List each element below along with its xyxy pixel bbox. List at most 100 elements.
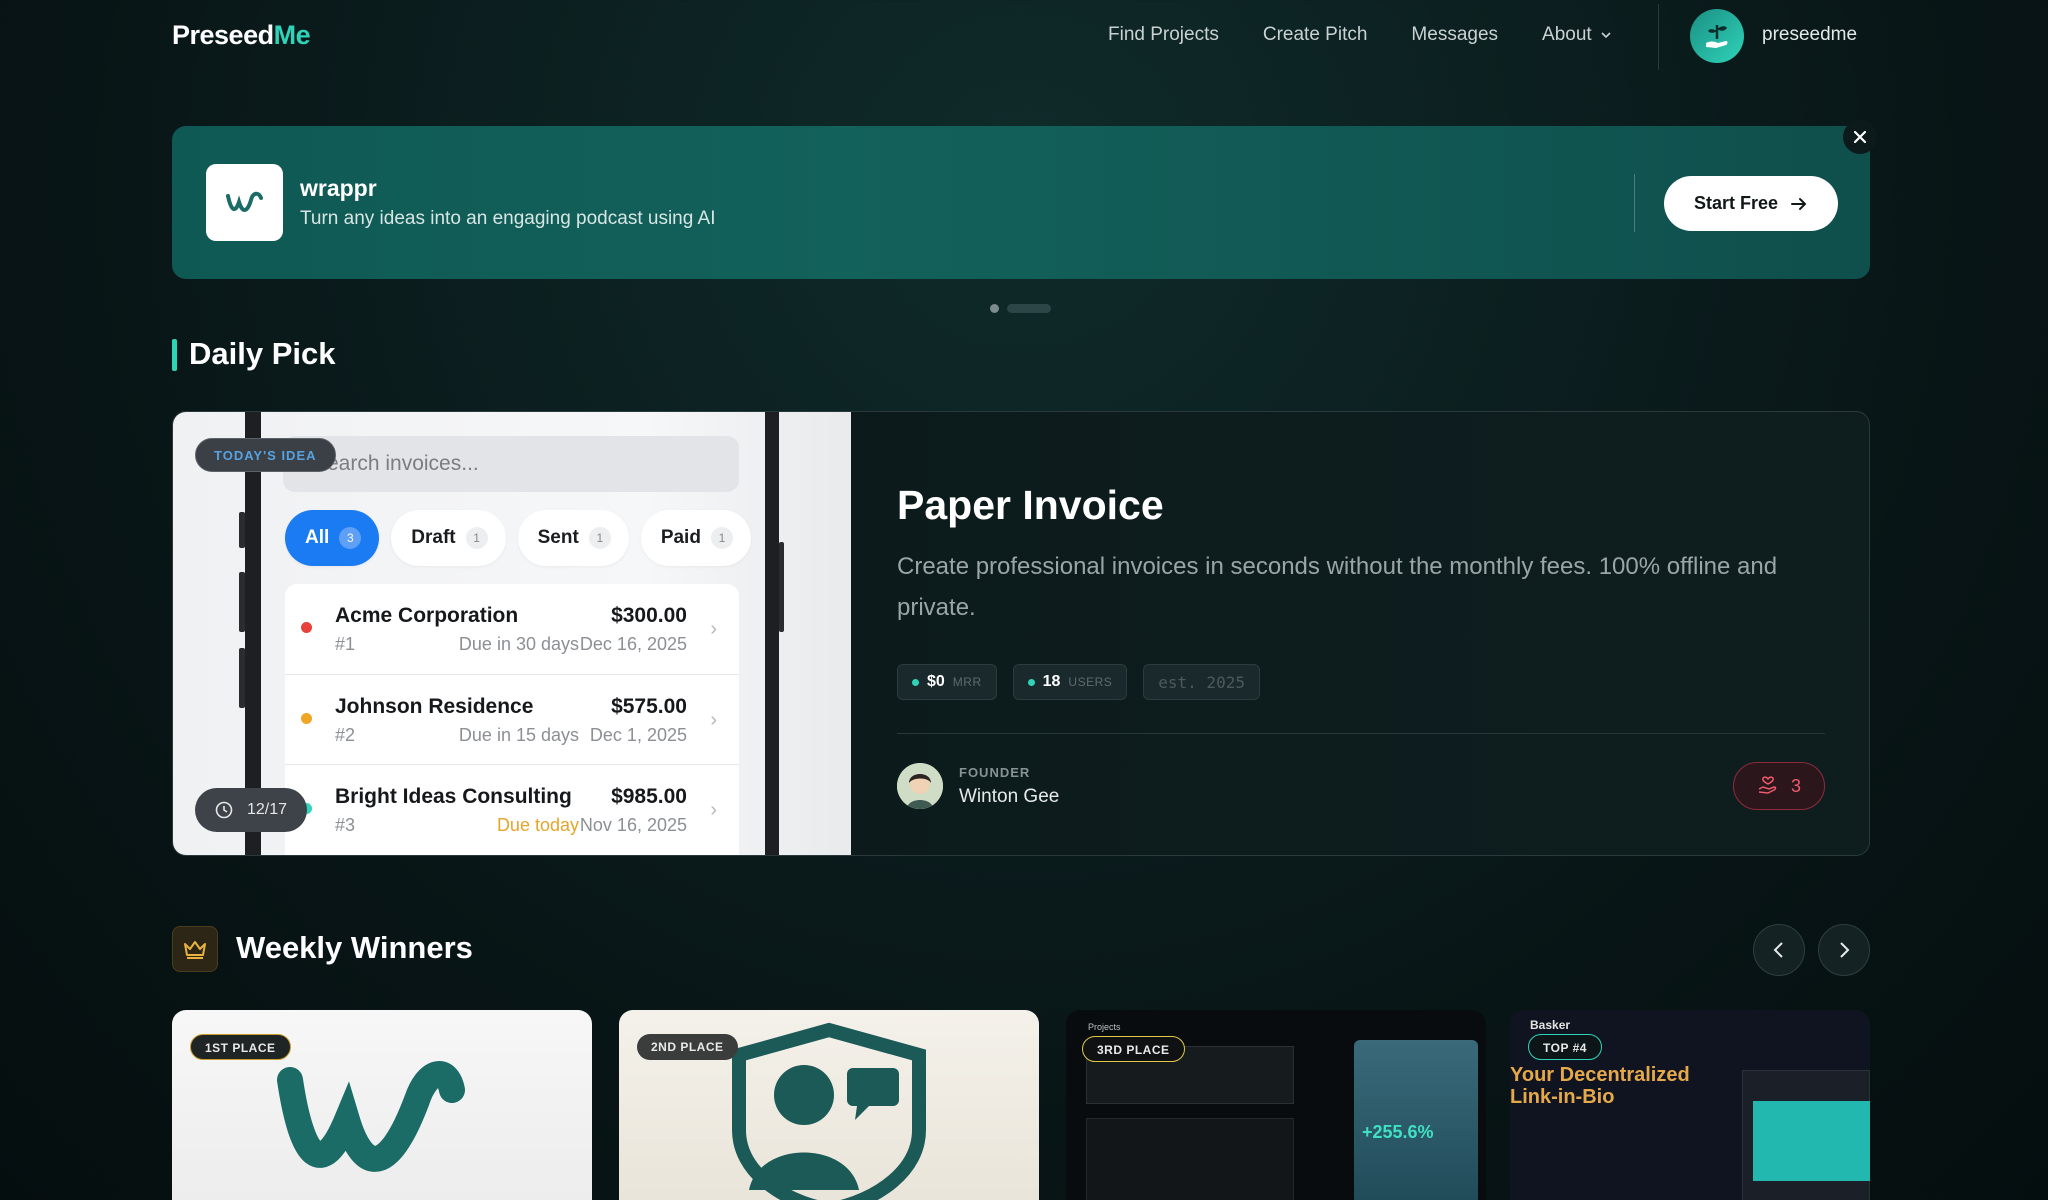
- invoice-number: #2: [335, 725, 356, 745]
- invoice-date: Nov 16, 2025: [579, 815, 687, 835]
- carousel-next-button[interactable]: [1818, 924, 1870, 976]
- preview-headline-line-2: Link-in-Bio: [1510, 1086, 1615, 1108]
- invoice-client: Bright Ideas Consulting: [335, 785, 572, 808]
- phone-side-button: [779, 542, 784, 632]
- invoice-row: Johnson Residence #2 $575.00 Due in 15 d…: [285, 674, 739, 764]
- winner-card-3[interactable]: Projects +255.6% 3RD PLACE: [1066, 1010, 1486, 1200]
- preview-stat-card: +255.6%: [1354, 1040, 1478, 1200]
- preview-headline-line-1: Your Decentralized: [1510, 1064, 1690, 1086]
- invoice-row: Acme Corporation #1 $300.00 Due in 30 da…: [285, 584, 739, 674]
- sprout-hand-icon: [1706, 25, 1728, 48]
- daily-pick-card[interactable]: Search invoices... All 3 Draft 1 Sent 1 …: [172, 411, 1870, 856]
- chip-label: Paid: [660, 527, 701, 548]
- card-divider: [897, 733, 1825, 734]
- winner-card-4[interactable]: Basker Your Decentralized Link-in-Bio TO…: [1510, 1010, 1870, 1200]
- chip-label: Sent: [537, 527, 579, 548]
- start-free-button[interactable]: Start Free: [1664, 176, 1838, 231]
- product-description: Create professional invoices in seconds …: [897, 553, 1778, 621]
- rank-badge: 1ST PLACE: [190, 1034, 291, 1060]
- chevron-right-icon: ›: [710, 618, 717, 640]
- logo-text-primary: Preseed: [172, 20, 274, 50]
- nav-link-about[interactable]: About: [1542, 24, 1612, 46]
- chip-label: All: [305, 527, 330, 548]
- preview-brand: Basker: [1530, 1018, 1571, 1032]
- arrow-right-icon: [1791, 197, 1807, 210]
- winner-card-1[interactable]: 1ST PLACE: [172, 1010, 592, 1200]
- invoice-due: Due today: [496, 815, 579, 835]
- filter-chip-all: All 3: [285, 510, 380, 566]
- chip-count: 1: [588, 527, 611, 549]
- phone-side-button: [239, 648, 245, 708]
- phone-side-button: [239, 512, 245, 548]
- carousel-prev-button[interactable]: [1753, 924, 1805, 976]
- wrappr-logo: [206, 164, 283, 241]
- users-label: USERS: [1068, 675, 1113, 689]
- carousel-dot-1[interactable]: [990, 304, 999, 313]
- mrr-stat: $0 MRR: [897, 664, 997, 700]
- status-dot: [912, 678, 919, 686]
- mrr-label: MRR: [952, 675, 982, 689]
- daily-pick-heading: Daily Pick: [189, 336, 336, 371]
- founder-name[interactable]: Winton Gee: [959, 786, 1059, 808]
- founder-portrait-icon: [897, 763, 943, 809]
- rank-badge: 3RD PLACE: [1082, 1036, 1185, 1062]
- todays-idea-badge: TODAY'S IDEA: [195, 438, 336, 472]
- rank-badge: 2ND PLACE: [637, 1034, 738, 1060]
- promo-banner[interactable]: wrappr Turn any ideas into an engaging p…: [172, 126, 1870, 279]
- invoice-amount: $300.00: [611, 604, 687, 627]
- site-logo[interactable]: PreseedMe: [172, 20, 311, 51]
- nav-link-create-pitch[interactable]: Create Pitch: [1263, 24, 1368, 46]
- chevron-left-icon: [1773, 942, 1783, 958]
- hand-heart-icon: [1758, 776, 1777, 794]
- invoice-number: #3: [335, 815, 356, 835]
- user-avatar[interactable]: [1690, 9, 1744, 63]
- idea-counter-text: 12/17: [247, 801, 288, 818]
- chip-label: Draft: [411, 527, 456, 548]
- carousel-dots: [990, 304, 1051, 313]
- status-dot: [301, 622, 312, 633]
- start-free-label: Start Free: [1693, 193, 1779, 213]
- founder-label: FOUNDER: [959, 765, 1031, 780]
- winner-card-2[interactable]: 2ND PLACE: [619, 1010, 1039, 1200]
- username[interactable]: preseedme: [1762, 24, 1857, 46]
- established-year: est. 2025: [1143, 664, 1260, 700]
- phone-frame-right: [765, 412, 779, 855]
- invoice-amount: $575.00: [611, 695, 687, 718]
- product-stats: $0 MRR 18 USERS est. 2025: [897, 664, 1260, 700]
- clock-icon: [215, 801, 233, 819]
- idea-counter: 12/17: [195, 788, 308, 832]
- invoice-date: Dec 1, 2025: [589, 725, 687, 745]
- product-screenshot: Search invoices... All 3 Draft 1 Sent 1 …: [173, 412, 851, 855]
- nav-link-about-label: About: [1542, 24, 1592, 45]
- invoice-client: Johnson Residence: [335, 695, 534, 718]
- banner-product-name: wrappr: [300, 175, 377, 201]
- preview-stat: +255.6%: [1362, 1122, 1434, 1142]
- close-icon: [1853, 130, 1867, 144]
- wrappr-w-icon: [225, 191, 263, 212]
- nav-link-messages[interactable]: Messages: [1411, 24, 1498, 46]
- invoice-due: Due in 15 days: [458, 725, 579, 745]
- users-value: 18: [1042, 673, 1061, 690]
- invoice-client: Acme Corporation: [335, 604, 519, 627]
- invoice-amount: $985.00: [611, 785, 687, 808]
- founder-avatar[interactable]: [897, 763, 943, 809]
- users-stat: 18 USERS: [1012, 664, 1128, 700]
- logo-text-accent: Me: [273, 20, 311, 50]
- filter-chip-sent: Sent 1: [517, 510, 629, 566]
- vote-count: 3: [1790, 775, 1801, 796]
- banner-close-button[interactable]: [1843, 120, 1877, 154]
- crown-icon: [184, 941, 206, 959]
- chip-count: 1: [465, 527, 488, 549]
- chevron-right-icon: [1840, 942, 1850, 958]
- weekly-winners-heading: Weekly Winners: [236, 930, 473, 965]
- invoice-filter-chips: All 3 Draft 1 Sent 1 Paid 1: [285, 510, 751, 566]
- support-vote-button[interactable]: 3: [1733, 762, 1825, 810]
- carousel-dot-2[interactable]: [1007, 304, 1051, 313]
- nav-link-find-projects[interactable]: Find Projects: [1108, 24, 1219, 46]
- weekly-winners-badge: [172, 926, 218, 972]
- preview-headline: Your Decentralized Link-in-Bio: [1510, 1064, 1690, 1108]
- invoice-due: Due in 30 days: [458, 634, 579, 654]
- preview-insights-panel: [1086, 1118, 1294, 1200]
- product-title[interactable]: Paper Invoice: [897, 482, 1164, 529]
- invoice-search-field: Search invoices...: [283, 436, 739, 492]
